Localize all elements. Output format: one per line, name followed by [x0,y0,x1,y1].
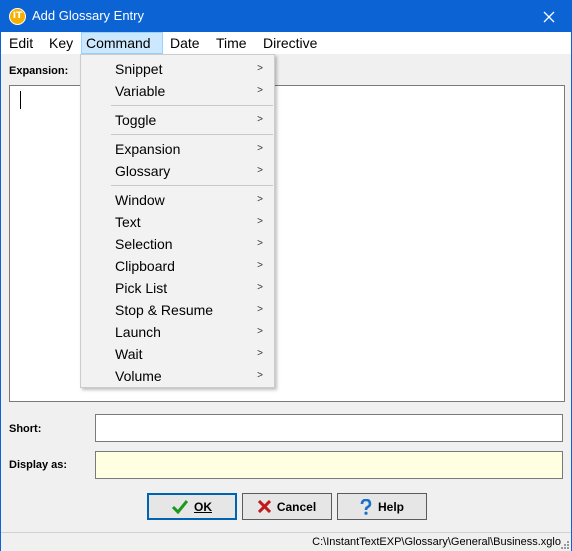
short-input[interactable] [95,414,563,442]
help-question-icon [360,498,372,515]
submenu-arrow-icon: > [257,63,263,74]
submenu-arrow-icon: > [257,260,263,271]
window-title: Add Glossary Entry [32,8,144,23]
menu-item-label: Wait [115,346,143,362]
display-as-label: Display as: [9,459,68,471]
submenu-arrow-icon: > [257,370,263,381]
close-button[interactable] [527,1,571,32]
close-icon [543,11,555,22]
submenu-arrow-icon: > [257,194,263,205]
menu-item-toggle[interactable]: Toggle > [82,109,273,131]
submenu-arrow-icon: > [257,85,263,96]
help-button[interactable]: Help [337,493,427,520]
menu-item-label: Variable [115,83,166,99]
menu-item-clipboard[interactable]: Clipboard > [82,255,273,277]
menu-item-label: Glossary [115,163,171,179]
menu-item-snippet[interactable]: Snippet > [82,58,273,80]
submenu-arrow-icon: > [257,238,263,249]
menu-item-label: Pick List [115,280,168,296]
cancel-label: Cancel [276,499,317,514]
submenu-arrow-icon: > [257,326,263,337]
submenu-arrow-icon: > [257,348,263,359]
app-icon: IT [9,8,26,25]
help-label: Help [377,499,404,514]
menu-separator [111,185,273,186]
text-caret [20,91,21,109]
ok-button[interactable]: OK [147,493,237,520]
menu-separator [111,105,273,106]
menu-date[interactable]: Date [166,32,204,54]
submenu-arrow-icon: > [257,165,263,176]
menu-directive[interactable]: Directive [259,32,321,54]
menu-item-label: Stop & Resume [115,302,214,318]
ok-label: OK [194,499,212,514]
menu-time[interactable]: Time [212,32,251,54]
menu-edit[interactable]: Edit [5,32,37,54]
cancel-button[interactable]: Cancel [242,493,332,520]
display-as-input[interactable] [95,451,563,479]
status-bar: C:\InstantTextEXP\Glossary\General\Busin… [1,532,571,551]
menu-item-expansion[interactable]: Expansion > [82,138,273,160]
menu-item-text[interactable]: Text > [82,211,273,233]
add-glossary-entry-window: IT Add Glossary Entry Edit Key Command D… [0,0,572,551]
command-menu: Snippet > Variable > Toggle > Expansion > Gl… [80,54,275,388]
menu-item-volume[interactable]: Volume > [82,365,273,387]
menu-bar: Edit Key Command Date Time Directive [1,32,571,54]
resize-grip-icon[interactable] [560,540,570,550]
menu-item-label: Text [115,214,141,230]
menu-item-label: Expansion [115,141,181,157]
menu-item-label: Selection [115,236,173,252]
menu-item-glossary[interactable]: Glossary > [82,160,273,182]
menu-item-label: Window [115,192,165,208]
menu-command[interactable]: Command [81,32,163,54]
menu-item-label: Clipboard [115,258,175,274]
menu-item-label: Volume [115,368,162,384]
menu-item-label: Launch [115,324,161,340]
menu-item-label: Toggle [115,112,157,128]
menu-key[interactable]: Key [45,32,77,54]
submenu-arrow-icon: > [257,304,263,315]
menu-item-launch[interactable]: Launch > [82,321,273,343]
menu-item-variable[interactable]: Variable > [82,80,273,102]
title-bar[interactable]: IT Add Glossary Entry [1,1,571,32]
submenu-arrow-icon: > [257,143,263,154]
menu-item-label: Snippet [115,61,163,77]
menu-separator [111,134,273,135]
submenu-arrow-icon: > [257,114,263,125]
status-path: C:\InstantTextEXP\Glossary\General\Busin… [312,536,561,548]
menu-item-pick-list[interactable]: Pick List > [82,277,273,299]
expansion-label: Expansion: [9,65,69,77]
menu-item-selection[interactable]: Selection > [82,233,273,255]
submenu-arrow-icon: > [257,282,263,293]
short-label: Short: [9,423,42,435]
menu-item-window[interactable]: Window > [82,189,273,211]
menu-item-stop-resume[interactable]: Stop & Resume > [82,299,273,321]
submenu-arrow-icon: > [257,216,263,227]
cancel-x-icon [257,500,271,513]
check-icon [172,499,188,514]
menu-item-wait[interactable]: Wait > [82,343,273,365]
